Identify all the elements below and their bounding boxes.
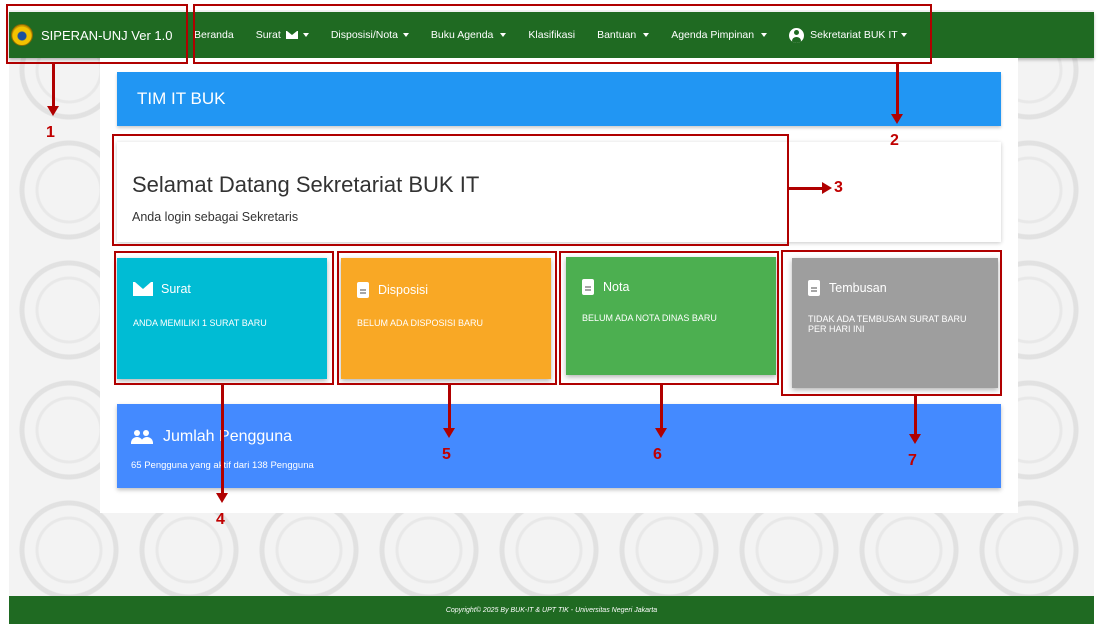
annotation-label-7: 7 [908,452,917,469]
users-title: Jumlah Pengguna [163,428,292,445]
annotation-arrowhead-2 [891,114,903,124]
annotation-label-5: 5 [442,446,451,463]
annotation-arrowhead-7 [909,434,921,444]
annotation-arrowhead-3 [822,182,832,194]
footer-copyright-label: Copyright [445,606,476,614]
page-header: TIM IT BUK [117,72,1001,126]
annotation-arrow-6 [660,385,663,430]
annotation-arrow-2 [896,64,899,116]
annotation-box-7 [781,250,1002,396]
page-title: TIM IT BUK [137,89,226,108]
annotation-arrowhead-6 [655,428,667,438]
annotation-label-6: 6 [653,446,662,463]
annotation-box-5 [337,251,557,385]
users-icon [131,430,155,444]
annotation-label-2: 2 [890,132,899,149]
annotation-arrow-5 [448,385,451,430]
annotation-arrow-3 [789,187,823,190]
annotation-label-3: 3 [834,179,843,196]
footer: Copyright © 2025 By BUK-IT & UPT TIK - U… [9,596,1094,624]
annotation-arrow-7 [914,396,917,436]
annotation-label-4: 4 [216,511,225,528]
annotation-arrow-4 [221,385,224,495]
annotation-box-3 [112,134,789,246]
users-card[interactable]: Jumlah Pengguna 65 Pengguna yang aktif d… [117,404,1001,488]
annotation-arrowhead-5 [443,428,455,438]
annotation-box-2 [193,4,932,64]
annotation-arrow-1 [52,64,55,108]
annotation-label-1: 1 [46,124,55,141]
annotation-arrowhead-4 [216,493,228,503]
annotation-box-6 [559,251,779,385]
annotation-box-1 [6,4,188,64]
annotation-box-4 [114,251,334,385]
users-header: Jumlah Pengguna [131,428,292,446]
annotation-arrowhead-1 [47,106,59,116]
footer-text: © 2025 By BUK-IT & UPT TIK - Universitas… [475,606,658,614]
